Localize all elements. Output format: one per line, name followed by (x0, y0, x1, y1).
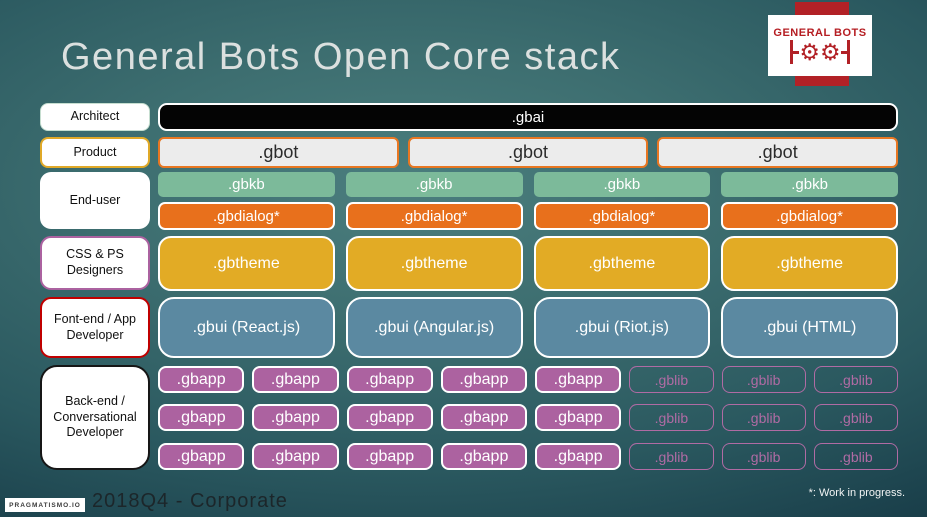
gbai-box: .gbai (158, 103, 898, 131)
gblib-box: .gblib (721, 366, 806, 393)
gear-bar-right (846, 40, 850, 64)
gbkb-box: .gbkb (721, 172, 898, 197)
gbui-riot-box: .gbui (Riot.js) (533, 297, 711, 358)
gbapp-box: .gbapp (252, 404, 339, 431)
row-gbapp-3: .gbapp .gbapp .gbapp .gbapp .gbapp .gbli… (158, 443, 898, 470)
gbdialog-box: .gbdialog* (533, 202, 711, 230)
row-label-css-ps-designers: CSS & PS Designers (40, 236, 150, 290)
page-title: General Bots Open Core stack (61, 36, 621, 78)
gbtheme-box: .gbtheme (721, 236, 898, 291)
gbapp-box: .gbapp (158, 366, 245, 393)
gears-icon: ⚙ ⚙ (790, 38, 850, 65)
row-gbot: .gbot .gbot .gbot (158, 137, 899, 168)
gbapp-box: .gbapp (346, 443, 433, 470)
gear-icon: ⚙ (820, 38, 841, 65)
gblib-box: .gblib (721, 404, 806, 431)
row-label-end-user: End-user (40, 172, 150, 229)
gbui-react-box: .gbui (React.js) (158, 297, 335, 358)
row-gbapp-1: .gbapp .gbapp .gbapp .gbapp .gbapp .gbli… (158, 366, 898, 393)
general-bots-logo: GENERAL BOTS ⚙ ⚙ (768, 15, 872, 76)
row-label-architect: Architect (40, 103, 150, 131)
gbapp-box: .gbapp (346, 404, 433, 431)
gear-icon: ⚙ (799, 38, 820, 65)
gblib-box: .gblib (813, 404, 898, 431)
gblib-box: .gblib (629, 443, 714, 470)
gbot-box: .gbot (407, 137, 649, 168)
gbdialog-box: .gbdialog* (158, 202, 335, 230)
gbapp-box: .gbapp (440, 404, 527, 431)
gbapp-box: .gbapp (158, 404, 245, 431)
gbot-box: .gbot (657, 137, 899, 168)
gbot-box: .gbot (158, 137, 399, 168)
footer-caption: 2018Q4 - Corporate (92, 490, 288, 512)
gblib-box: .gblib (629, 404, 714, 431)
gbapp-box: .gbapp (535, 404, 622, 431)
gbtheme-box: .gbtheme (533, 236, 711, 291)
gbapp-box: .gbapp (252, 443, 339, 470)
row-gbtheme: .gbtheme .gbtheme .gbtheme .gbtheme (158, 236, 898, 291)
row-gbdialog: .gbdialog* .gbdialog* .gbdialog* .gbdial… (158, 202, 898, 230)
gbtheme-box: .gbtheme (158, 236, 335, 291)
gbapp-box: .gbapp (440, 366, 527, 393)
slide: General Bots Open Core stack GENERAL BOT… (0, 0, 927, 517)
gbapp-box: .gbapp (440, 443, 527, 470)
gbapp-box: .gbapp (535, 443, 622, 470)
gbdialog-box: .gbdialog* (345, 202, 523, 230)
gbapp-box: .gbapp (535, 366, 622, 393)
gbkb-box: .gbkb (533, 172, 711, 197)
row-label-product: Product (40, 137, 150, 168)
gbui-angular-box: .gbui (Angular.js) (345, 297, 523, 358)
gbtheme-box: .gbtheme (345, 236, 523, 291)
gbapp-box: .gbapp (346, 366, 433, 393)
gblib-box: .gblib (629, 366, 714, 393)
gblib-box: .gblib (721, 443, 806, 470)
row-label-frontend-app-developer: Font-end / App Developer (40, 297, 150, 358)
row-gbai: .gbai (158, 103, 898, 131)
gblib-box: .gblib (813, 443, 898, 470)
gbapp-box: .gbapp (252, 366, 339, 393)
gblib-box: .gblib (813, 366, 898, 393)
work-in-progress-note: *: Work in progress. (808, 487, 905, 499)
row-gbapp-2: .gbapp .gbapp .gbapp .gbapp .gbapp .gbli… (158, 404, 898, 431)
row-gbui: .gbui (React.js) .gbui (Angular.js) .gbu… (158, 297, 898, 358)
row-gbkb: .gbkb .gbkb .gbkb .gbkb (158, 172, 898, 197)
gbdialog-box: .gbdialog* (721, 202, 898, 230)
gbkb-box: .gbkb (345, 172, 523, 197)
pragmatismo-watermark: PRAGMATISMO.IO (5, 498, 85, 512)
gbapp-box: .gbapp (158, 443, 245, 470)
row-label-backend-conversational-developer: Back-end / Conversational Developer (40, 365, 150, 470)
gbui-html-box: .gbui (HTML) (721, 297, 898, 358)
gbkb-box: .gbkb (158, 172, 335, 197)
logo-brand-text: GENERAL BOTS (773, 27, 867, 39)
